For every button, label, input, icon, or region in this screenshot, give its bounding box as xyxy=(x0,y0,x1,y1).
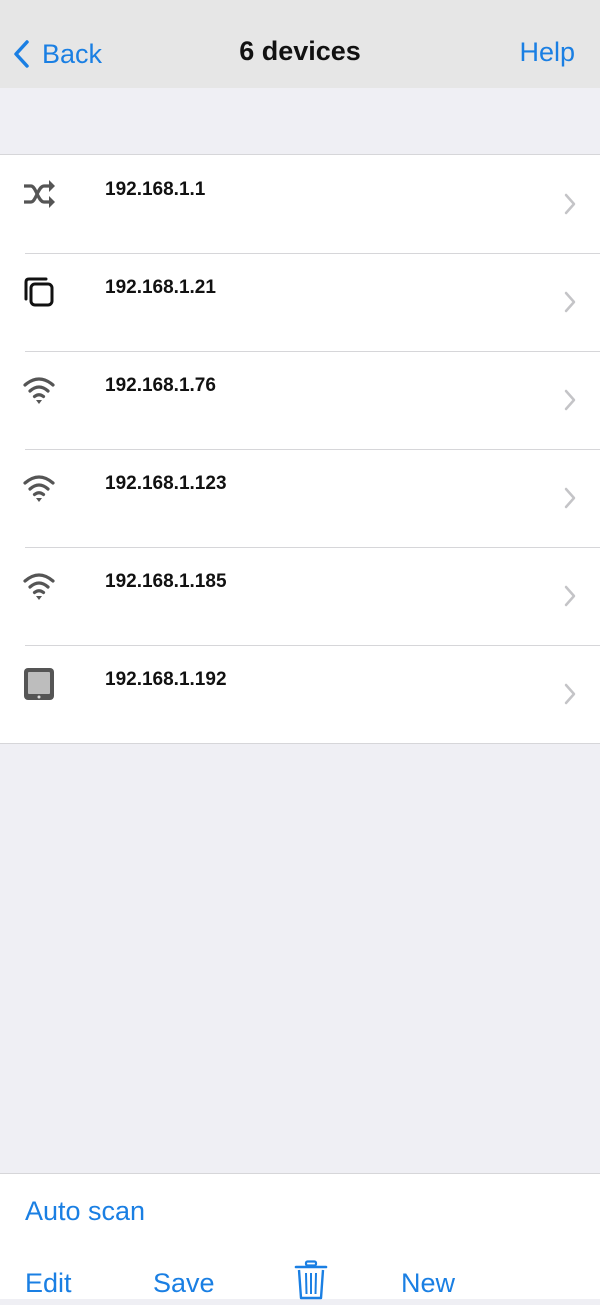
device-row[interactable]: 192.168.1.123 xyxy=(0,449,600,547)
navigation-bar: Back 6 devices Help xyxy=(0,0,600,88)
chevron-right-icon xyxy=(564,389,576,416)
device-row[interactable]: 192.168.1.76 xyxy=(0,351,600,449)
chevron-right-icon xyxy=(564,683,576,710)
auto-scan-button[interactable]: Auto scan xyxy=(25,1196,145,1227)
page-title: 6 devices xyxy=(239,36,361,66)
tablet-icon xyxy=(20,665,58,703)
device-row[interactable]: 192.168.1.192 xyxy=(0,645,600,743)
trash-icon[interactable] xyxy=(294,1260,328,1305)
chevron-right-icon xyxy=(564,291,576,318)
device-ip: 192.168.1.21 xyxy=(105,277,216,298)
device-row[interactable]: 192.168.1.21 xyxy=(0,253,600,351)
device-ip: 192.168.1.185 xyxy=(105,571,227,592)
copy-icon xyxy=(20,273,58,311)
device-row[interactable]: 192.168.1.1 xyxy=(0,155,600,253)
device-row[interactable]: 192.168.1.185 xyxy=(0,547,600,645)
bottom-toolbar: Auto scan Edit Save New xyxy=(0,1173,600,1300)
save-button[interactable]: Save xyxy=(153,1268,215,1299)
wifi-icon xyxy=(20,567,58,605)
back-label: Back xyxy=(42,38,103,69)
chevron-right-icon xyxy=(564,193,576,220)
device-ip: 192.168.1.123 xyxy=(105,473,227,494)
device-ip: 192.168.1.192 xyxy=(105,669,227,690)
wifi-icon xyxy=(20,371,58,409)
chevron-right-icon xyxy=(564,585,576,612)
edit-button[interactable]: Edit xyxy=(25,1268,72,1299)
new-button[interactable]: New xyxy=(401,1268,455,1299)
device-ip: 192.168.1.76 xyxy=(105,375,216,396)
wifi-icon xyxy=(20,469,58,507)
device-ip: 192.168.1.1 xyxy=(105,179,206,200)
chevron-right-icon xyxy=(564,487,576,514)
back-button[interactable]: Back xyxy=(12,34,102,74)
chevron-left-icon xyxy=(12,39,30,69)
device-list: 192.168.1.1 192.168.1.21 192.168.1.76 19… xyxy=(0,154,600,744)
shuffle-icon xyxy=(20,175,58,213)
help-button[interactable]: Help xyxy=(519,37,575,68)
